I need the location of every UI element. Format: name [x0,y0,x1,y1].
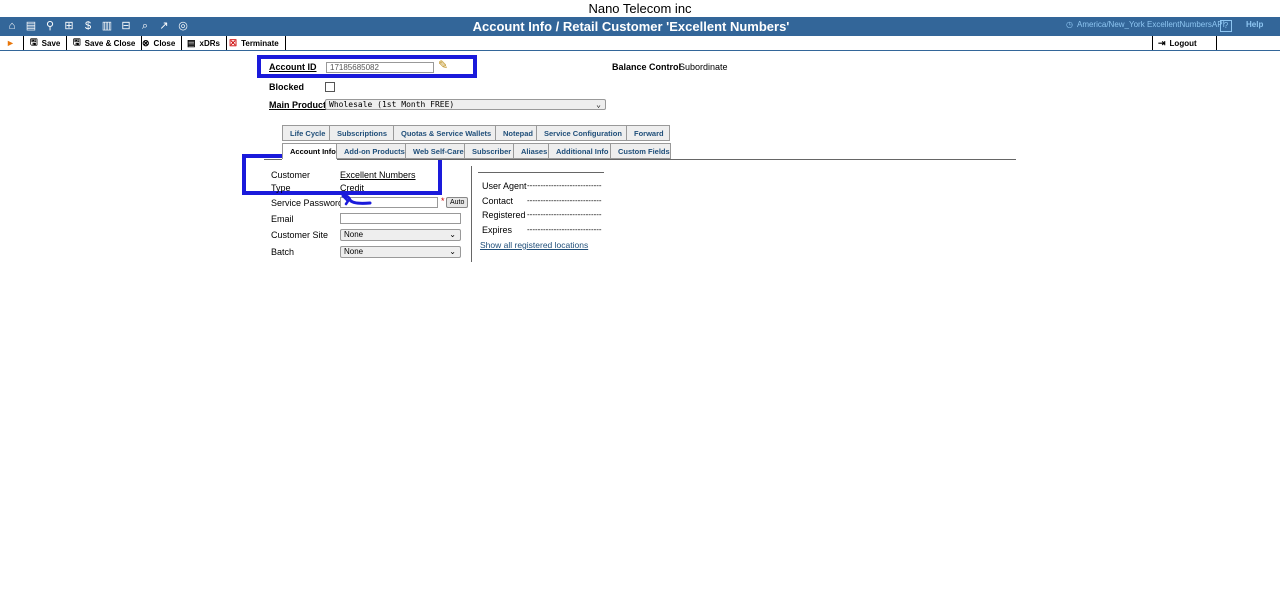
disk-icon: 🖫 [30,37,38,47]
registered-value: ---------------------------- [527,210,602,219]
tab-aliases[interactable]: Aliases [514,143,549,159]
chevron-down-icon: ⌄ [449,230,456,239]
balance-control-value: Subordinate [679,62,728,72]
tabs-row-1: Life Cycle Subscriptions Quotas & Servic… [282,125,670,141]
blocked-checkbox[interactable] [325,82,335,92]
show-all-locations-link[interactable]: Show all registered locations [480,240,588,250]
chevron-down-icon: ⌄ [596,100,601,109]
help-link[interactable]: Help [1246,20,1263,29]
tab-life-cycle[interactable]: Life Cycle [282,125,330,141]
logout-icon: ⇥ [1158,37,1166,48]
edit-pencil-icon[interactable]: ✎ [438,58,448,72]
account-id-label[interactable]: Account ID [269,62,317,72]
user-link[interactable]: ExcellentNumbersAPI [1147,20,1225,29]
batch-label: Batch [271,247,295,257]
customer-link[interactable]: Excellent Numbers [340,170,416,180]
tab-underline [337,159,1016,160]
tab-web-self-care[interactable]: Web Self-Care [406,143,465,159]
email-input[interactable] [340,213,461,224]
blocked-label: Blocked [269,82,305,92]
tab-account-info[interactable]: Account Info [282,143,337,159]
tab-service-configuration[interactable]: Service Configuration [537,125,627,141]
batch-select[interactable]: None ⌄ [340,246,461,258]
play-icon: ► [6,38,15,48]
tab-addon-products[interactable]: Add-on Products [337,143,406,159]
customer-site-select[interactable]: None ⌄ [340,229,461,241]
tab-quotas[interactable]: Quotas & Service Wallets [394,125,496,141]
type-value: Credit [340,183,365,193]
toolbar: ► 🖫 Save 🖫 Save & Close ⊗ Close ▤ xDRs ☒ Term… [0,36,1280,51]
user-agent-value: ---------------------------- [527,181,602,190]
customer-site-label: Customer Site [271,230,329,240]
main-product-select[interactable]: Wholesale (1st Month FREE) ⌄ [325,99,606,110]
account-id-field[interactable]: 17185685082 [326,62,434,73]
tab-additional-info[interactable]: Additional Info [549,143,611,159]
tab-forward[interactable]: Forward [627,125,670,141]
contact-label: Contact [482,196,514,206]
contact-value: ---------------------------- [527,196,602,205]
document-icon: ▤ [187,37,196,48]
expires-value: ---------------------------- [527,225,602,234]
registered-label: Registered [482,210,526,220]
registration-top-line [478,172,604,173]
type-label: Type [271,183,291,193]
service-password-label: Service Password [271,198,344,208]
auto-button[interactable]: Auto [446,197,469,208]
close-icon: ⊗ [142,37,150,48]
customer-label: Customer [271,170,311,180]
tab-custom-fields[interactable]: Custom Fields [611,143,671,159]
user-agent-label: User Agent [482,181,527,191]
terminate-icon: ☒ [229,37,238,48]
xdrs-button[interactable]: ▤ xDRs [187,36,227,50]
email-label: Email [271,214,294,224]
logout-button[interactable]: ⇥ Logout [1152,36,1217,50]
tabs-row-2: Account Info Add-on Products Web Self-Ca… [282,143,671,159]
balance-control-label: Balance Control [612,62,682,72]
close-button[interactable]: ⊗ Close [142,36,183,50]
required-asterisk: * [441,196,445,206]
tab-notepad[interactable]: Notepad [496,125,537,141]
disk-close-icon: 🖫 [73,37,81,47]
expand-button[interactable]: ► [6,36,24,50]
title-bar: ⌂ ▤ ⚲ ⊞ $ ▥ ⊟ ⌕ ↗ ◎ Account Info / Retai… [0,17,1280,36]
chevron-down-icon: ⌄ [449,247,456,256]
company-name: Nano Telecom inc [588,1,692,16]
question-icon[interactable]: ? [1220,20,1232,32]
clock-icon: ◷ [1066,20,1073,29]
panel-divider [471,166,472,262]
save-button[interactable]: 🖫 Save [30,36,68,50]
main-product-label[interactable]: Main Product [269,100,326,110]
timezone-link[interactable]: ◷ America/New_York [1066,20,1145,29]
tab-subscriptions[interactable]: Subscriptions [330,125,394,141]
save-close-button[interactable]: 🖫 Save & Close [73,36,143,50]
terminate-button[interactable]: ☒ Terminate [229,36,286,50]
scribble-annotation [341,194,372,206]
expires-label: Expires [482,225,513,235]
tab-underline-left [264,159,282,160]
tab-subscriber[interactable]: Subscriber [465,143,514,159]
